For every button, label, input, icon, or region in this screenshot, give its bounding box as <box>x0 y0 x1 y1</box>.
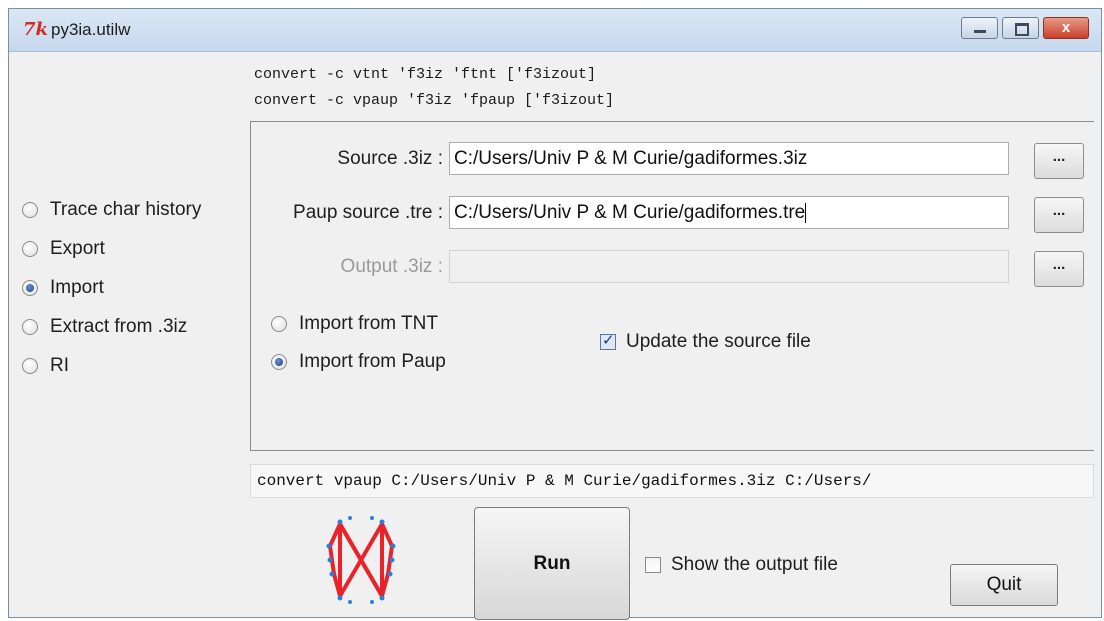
option-trace-char-history[interactable]: Trace char history <box>22 190 201 229</box>
option-extract-from-3iz[interactable]: Extract from .3iz <box>22 307 201 346</box>
command-preview: convert vpaup C:/Users/Univ P & M Curie/… <box>250 464 1094 498</box>
output-browse-button[interactable]: ... <box>1034 251 1084 287</box>
paup-source-input[interactable]: C:/Users/Univ P & M Curie/gadiformes.tre <box>449 196 1009 229</box>
mode-options: Trace char history Export Import Extract… <box>22 190 201 385</box>
show-output-label: Show the output file <box>671 554 838 575</box>
radio-icon[interactable] <box>22 240 38 257</box>
source-browse-button[interactable]: ... <box>1034 143 1084 179</box>
radio-icon[interactable] <box>271 316 287 332</box>
option-label: RI <box>50 354 69 376</box>
option-ri[interactable]: RI <box>22 346 201 385</box>
option-label: Import <box>50 276 104 298</box>
option-export[interactable]: Export <box>22 229 201 268</box>
import-from-paup-option[interactable]: Import from Paup <box>271 351 446 373</box>
window-title: py3ia.utilw <box>51 20 131 39</box>
minimize-icon <box>974 30 986 33</box>
close-button[interactable]: x <box>1043 17 1089 39</box>
import-panel: Source .3iz : C:/Users/Univ P & M Curie/… <box>250 121 1094 451</box>
checkbox-checked-icon[interactable] <box>600 331 616 350</box>
output-label: Output .3iz : <box>340 256 443 277</box>
maximize-icon <box>1015 23 1029 36</box>
option-label: Export <box>50 237 105 259</box>
checkbox-icon[interactable] <box>645 557 661 573</box>
import-from-paup-label: Import from Paup <box>299 351 446 372</box>
source-label: Source .3iz : <box>337 148 443 169</box>
window-controls: x <box>957 17 1089 39</box>
option-label: Trace char history <box>50 198 202 220</box>
source-path-input[interactable]: C:/Users/Univ P & M Curie/gadiformes.3iz <box>449 142 1009 175</box>
command-help-paup: convert -c vpaup 'f3iz 'fpaup ['f3izout] <box>254 92 615 109</box>
update-source-label: Update the source file <box>626 331 811 352</box>
text-cursor <box>805 202 807 223</box>
import-from-tnt-option[interactable]: Import from TNT <box>271 313 438 335</box>
tk-feather-icon: 7k <box>23 19 48 40</box>
command-help-tnt: convert -c vtnt 'f3iz 'ftnt ['f3izout] <box>254 66 597 83</box>
radio-icon[interactable] <box>22 318 38 335</box>
radio-icon[interactable] <box>22 201 38 218</box>
paup-source-label: Paup source .tre : <box>293 202 443 223</box>
option-import[interactable]: Import <box>22 268 201 307</box>
paup-browse-button[interactable]: ... <box>1034 197 1084 233</box>
radio-icon[interactable] <box>22 357 38 374</box>
title-bar: 7k py3ia.utilw x <box>9 9 1101 52</box>
option-label: Extract from .3iz <box>50 315 188 337</box>
maximize-button[interactable] <box>1002 17 1039 39</box>
close-icon: x <box>1061 19 1071 36</box>
minimize-button[interactable] <box>961 17 998 39</box>
paup-source-value: C:/Users/Univ P & M Curie/gadiformes.tre <box>454 202 806 223</box>
run-button[interactable]: Run <box>474 507 630 620</box>
update-source-checkbox-row[interactable]: Update the source file <box>600 331 811 353</box>
import-from-tnt-label: Import from TNT <box>299 313 438 334</box>
output-path-input[interactable] <box>449 250 1009 283</box>
show-output-checkbox-row[interactable]: Show the output file <box>645 554 838 576</box>
radio-selected-icon[interactable] <box>271 354 287 370</box>
app-logo <box>326 516 396 604</box>
radio-selected-icon[interactable] <box>22 279 38 296</box>
quit-button[interactable]: Quit <box>950 564 1058 606</box>
